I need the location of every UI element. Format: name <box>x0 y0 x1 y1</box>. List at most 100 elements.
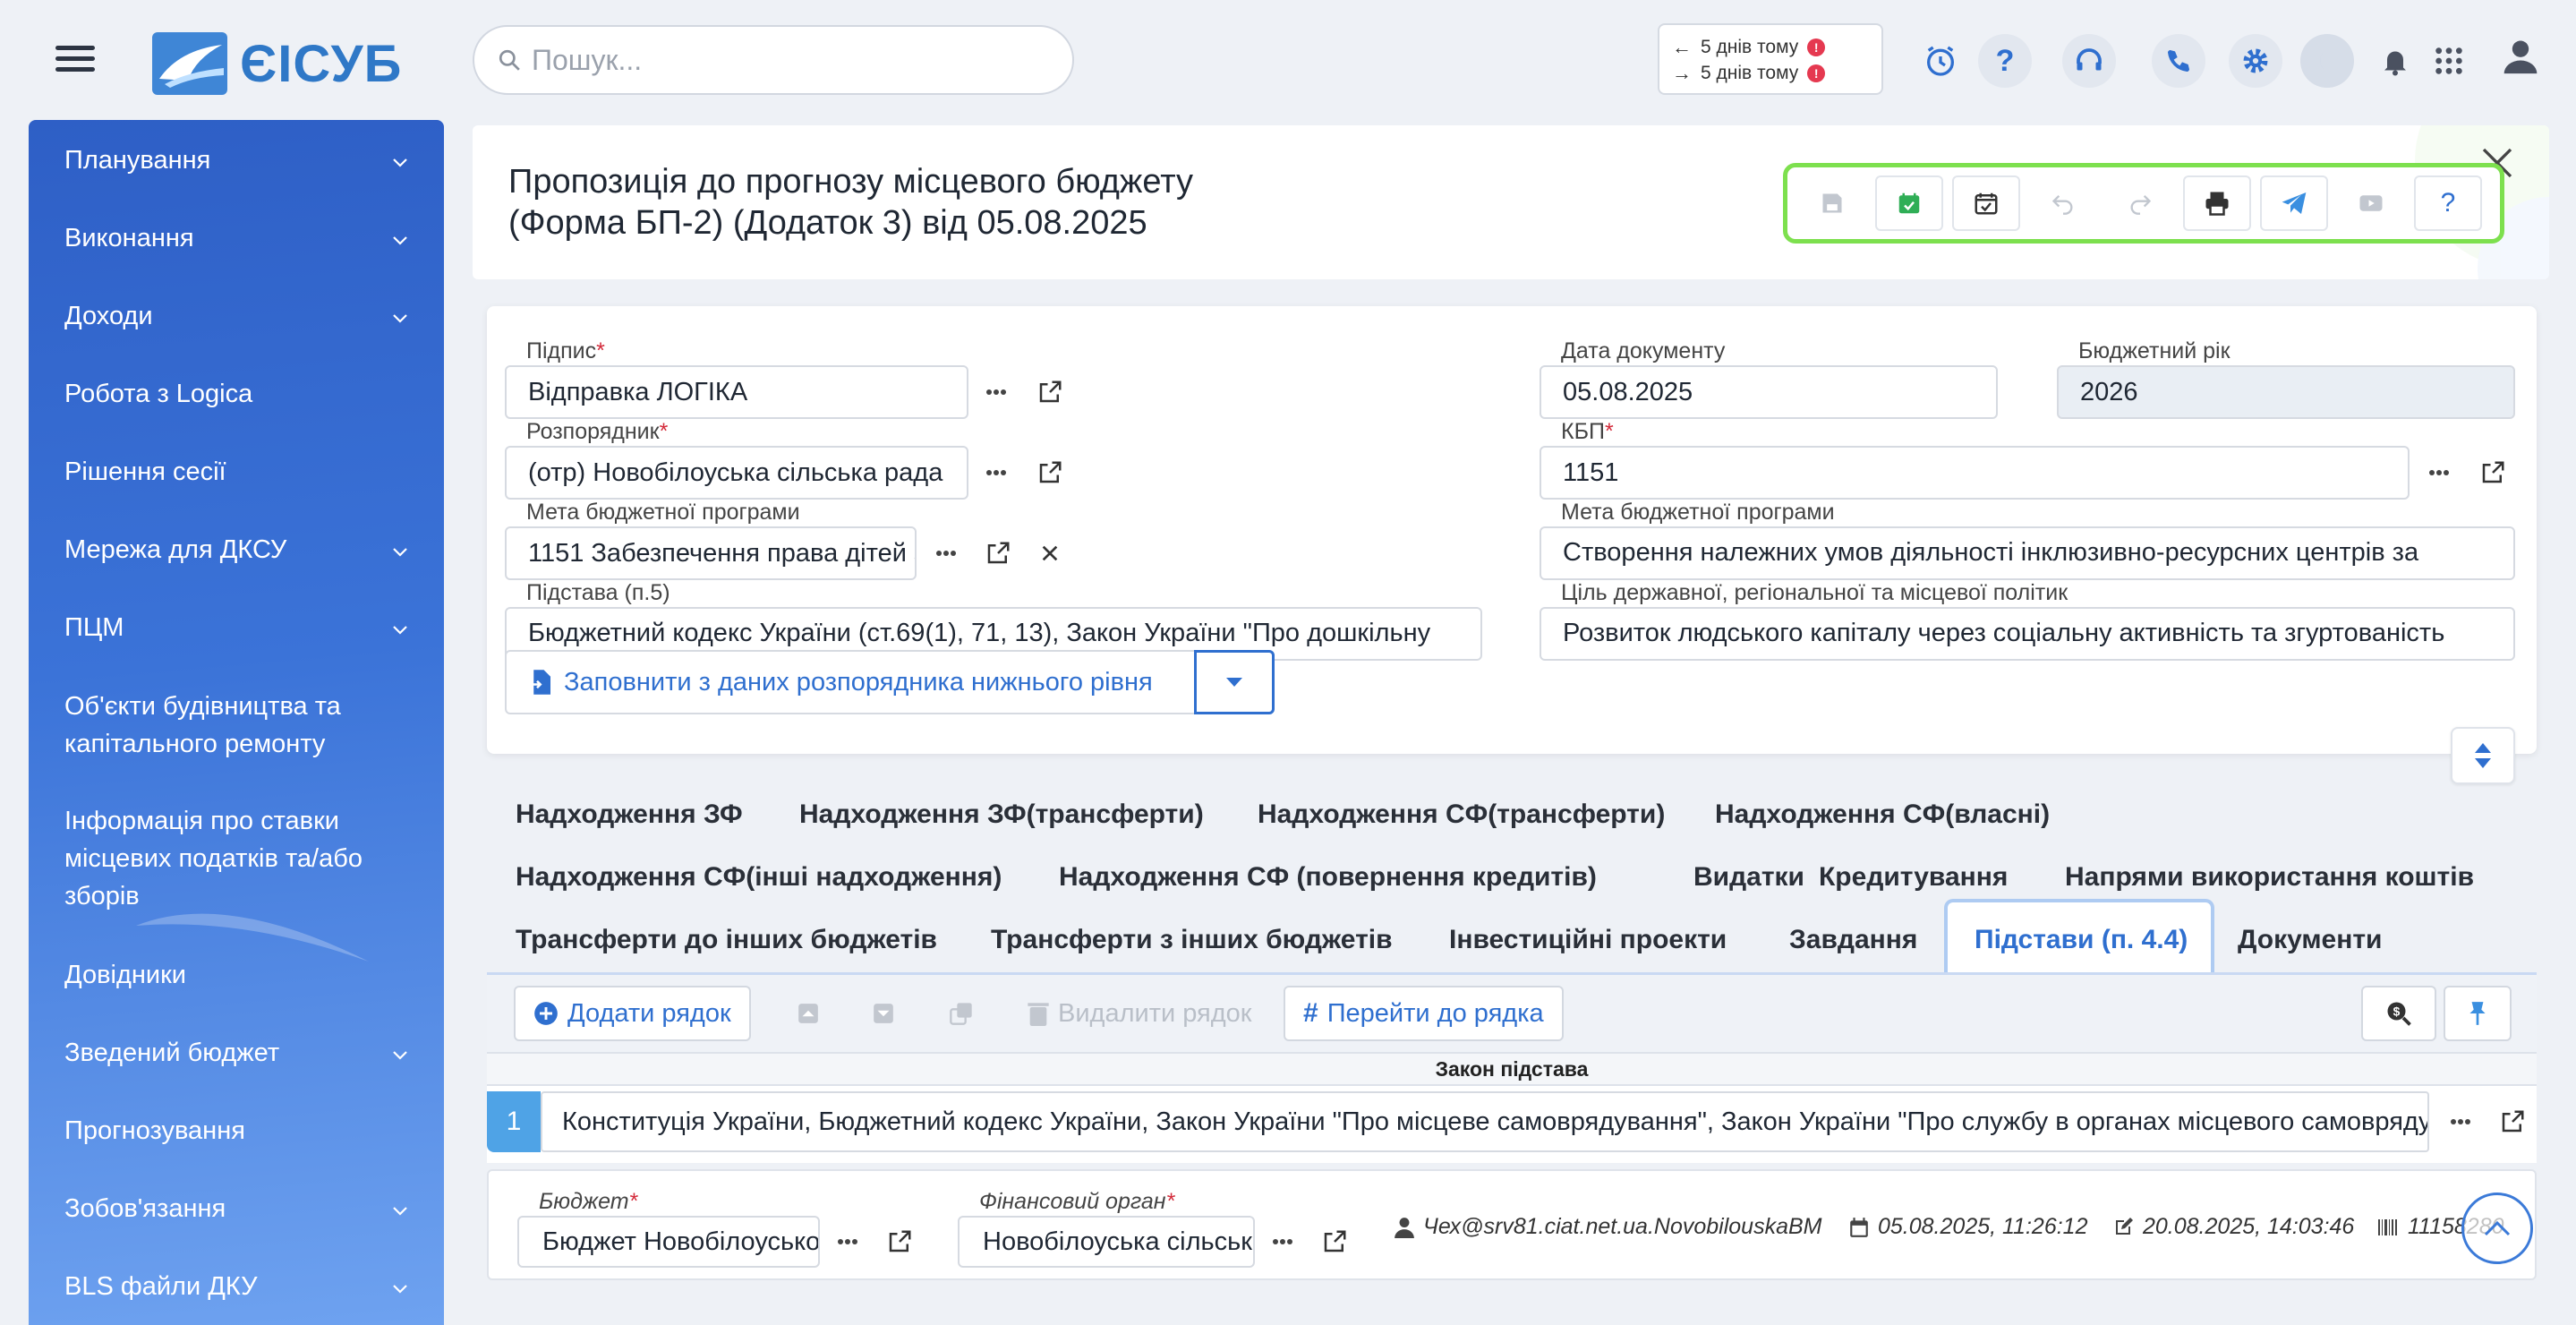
bell-icon[interactable] <box>2368 34 2422 88</box>
navigation-history[interactable]: ← 5 днів тому ! → 5 днів тому ! <box>1658 23 1883 95</box>
add-row-button[interactable]: Додати рядок <box>514 986 751 1041</box>
more-dots-icon[interactable] <box>920 526 972 580</box>
app-logo[interactable]: ЄІСУБ <box>152 32 402 95</box>
goto-row-button[interactable]: # Перейти до рядка <box>1284 986 1564 1041</box>
sidebar-item[interactable]: Виконання <box>29 219 444 257</box>
tab[interactable]: Трансферти до інших бюджетів <box>516 922 937 958</box>
more-dots-icon[interactable] <box>970 446 1022 500</box>
tab[interactable]: Надходження СФ(трансферти) <box>1258 797 1665 833</box>
policy-goal-textarea[interactable]: Розвиток людського капіталу через соціал… <box>1540 607 2515 661</box>
alarm-clock-icon[interactable] <box>1914 34 1967 88</box>
column-header-law-basis[interactable]: Закон підстава <box>487 1054 2537 1086</box>
sidebar-item-label: Виконання <box>64 224 194 252</box>
sidebar-item[interactable]: Зобов'язання <box>29 1190 444 1227</box>
tab-active[interactable]: Підстави (п. 4.4) <box>1975 922 2188 958</box>
kbp-input[interactable]: 1151 <box>1540 446 2410 500</box>
open-external-icon[interactable] <box>2486 1093 2538 1150</box>
tab[interactable]: Інвестиційні проекти <box>1449 922 1727 958</box>
arrow-right-icon: → <box>1672 61 1692 84</box>
tab[interactable]: Надходження СФ (повернення кредитів) <box>1059 859 1597 895</box>
tab[interactable]: Надходження СФ(власні) <box>1715 797 2050 833</box>
tab[interactable]: Надходження СФ(інші надходження) <box>516 859 1002 895</box>
tab[interactable]: Завдання <box>1789 922 1917 958</box>
phone-icon[interactable] <box>2152 34 2205 88</box>
document-date-input[interactable]: 05.08.2025 <box>1540 365 1998 419</box>
sidebar-item[interactable]: BLS файли ДКУ <box>29 1268 444 1305</box>
program-goal-right-textarea[interactable]: Створення належних умов діяльності інклю… <box>1540 526 2515 580</box>
law-basis-cell[interactable]: Конституція України, Бюджетний кодекс Ук… <box>541 1091 2429 1152</box>
open-external-icon[interactable] <box>972 526 1024 580</box>
history-forward[interactable]: → 5 днів тому ! <box>1672 60 1869 86</box>
redo-button[interactable] <box>2106 175 2174 231</box>
send-telegram-button[interactable] <box>2260 175 2328 231</box>
collapse-form-button[interactable] <box>2451 727 2515 784</box>
fill-dropdown-button[interactable] <box>1194 650 1275 714</box>
sidebar-item[interactable]: Інформація про ставки місцевих податків … <box>29 802 444 915</box>
move-up-button[interactable] <box>782 986 834 1041</box>
fill-from-lower-manager-button[interactable]: Заповнити з даних розпорядника нижнього … <box>505 650 1205 714</box>
more-dots-icon[interactable] <box>1257 1216 1309 1268</box>
tab[interactable]: Надходження ЗФ(трансферти) <box>799 797 1204 833</box>
budget-input[interactable]: Бюджет Новобілоуської сільської територі… <box>517 1216 820 1268</box>
tab[interactable]: Напрями використання коштів <box>2065 859 2474 895</box>
hamburger-menu-icon[interactable] <box>50 39 100 84</box>
more-dots-icon[interactable] <box>2435 1093 2486 1150</box>
sidebar-item[interactable]: Мережа для ДКСУ <box>29 531 444 568</box>
search-input[interactable] <box>532 43 1033 77</box>
search-dollar-button[interactable]: $ <box>2361 986 2436 1041</box>
open-external-icon[interactable] <box>874 1216 925 1268</box>
scroll-to-top-button[interactable] <box>2461 1192 2533 1264</box>
help-icon[interactable]: ? <box>1978 34 2032 88</box>
history-back[interactable]: ← 5 днів тому ! <box>1672 34 1869 60</box>
help-button[interactable]: ? <box>2414 175 2482 231</box>
sidebar-item[interactable]: Об'єкти будівництва та капітального ремо… <box>29 688 444 763</box>
open-external-icon[interactable] <box>2467 446 2519 500</box>
settings-gear-icon[interactable] <box>2229 34 2282 88</box>
sidebar-item[interactable]: ПЦМ <box>29 609 444 646</box>
more-dots-icon[interactable] <box>822 1216 874 1268</box>
support-headset-icon[interactable] <box>2062 34 2116 88</box>
user-account-icon[interactable] <box>2494 29 2547 82</box>
move-down-button[interactable] <box>857 986 909 1041</box>
tab[interactable]: Надходження ЗФ <box>516 797 743 833</box>
undo-button[interactable] <box>2029 175 2097 231</box>
logo-text: ЄІСУБ <box>240 34 403 93</box>
delete-row-button[interactable]: Видалити рядок <box>1008 986 1272 1041</box>
apps-grid-icon[interactable] <box>2422 34 2476 88</box>
search-dollar-icon: $ <box>2387 1002 2411 1026</box>
open-external-icon[interactable] <box>1309 1216 1361 1268</box>
tab[interactable]: Видатки <box>1693 859 1804 895</box>
sidebar-item[interactable]: Доходи <box>29 297 444 335</box>
copy-row-button[interactable] <box>934 986 988 1041</box>
sidebar-item[interactable]: Довідники <box>29 956 444 994</box>
tab[interactable]: Трансферти з інших бюджетів <box>991 922 1393 958</box>
sidebar-item[interactable]: Прогнозування <box>29 1112 444 1150</box>
program-goal-left-input[interactable]: 1151 Забезпечення права дітей з особливи… <box>505 526 917 580</box>
table-row[interactable]: 1 Конституція України, Бюджетний кодекс … <box>487 1090 2537 1154</box>
print-button[interactable] <box>2183 175 2251 231</box>
more-dots-icon[interactable] <box>2413 446 2465 500</box>
signature-input[interactable]: Відправка ЛОГІКА <box>505 365 968 419</box>
pin-button[interactable] <box>2444 986 2512 1041</box>
search-box[interactable] <box>473 25 1074 95</box>
history-forward-label: 5 днів тому <box>1701 62 1799 83</box>
tab[interactable]: Документи <box>2238 922 2383 958</box>
sidebar-item[interactable]: Рішення сесії <box>29 453 444 491</box>
manager-input[interactable]: (отр) Новобілоуська сільська рада <box>505 446 968 500</box>
sidebar-item[interactable]: Зведений бюджет <box>29 1034 444 1072</box>
open-external-icon[interactable] <box>1024 446 1076 500</box>
fill-button-label: Заповнити з даних розпорядника нижнього … <box>564 667 1153 697</box>
calendar-check-green-button[interactable] <box>1875 175 1943 231</box>
open-external-icon[interactable] <box>1024 365 1076 419</box>
calendar-check-button[interactable] <box>1952 175 2020 231</box>
fin-org-input[interactable]: Новобілоуська сільська рада <box>958 1216 1255 1268</box>
clear-x-icon[interactable] <box>1024 526 1076 580</box>
sidebar-item[interactable]: Робота з Logica <box>29 375 444 413</box>
tab[interactable]: Кредитування <box>1819 859 2008 895</box>
dark-mode-moon-icon[interactable] <box>2300 34 2354 88</box>
sidebar-item[interactable]: Планування <box>29 141 444 179</box>
video-button[interactable] <box>2337 175 2405 231</box>
barcode-icon <box>2378 1218 2397 1235</box>
more-dots-icon[interactable] <box>970 365 1022 419</box>
save-button[interactable] <box>1798 175 1866 231</box>
